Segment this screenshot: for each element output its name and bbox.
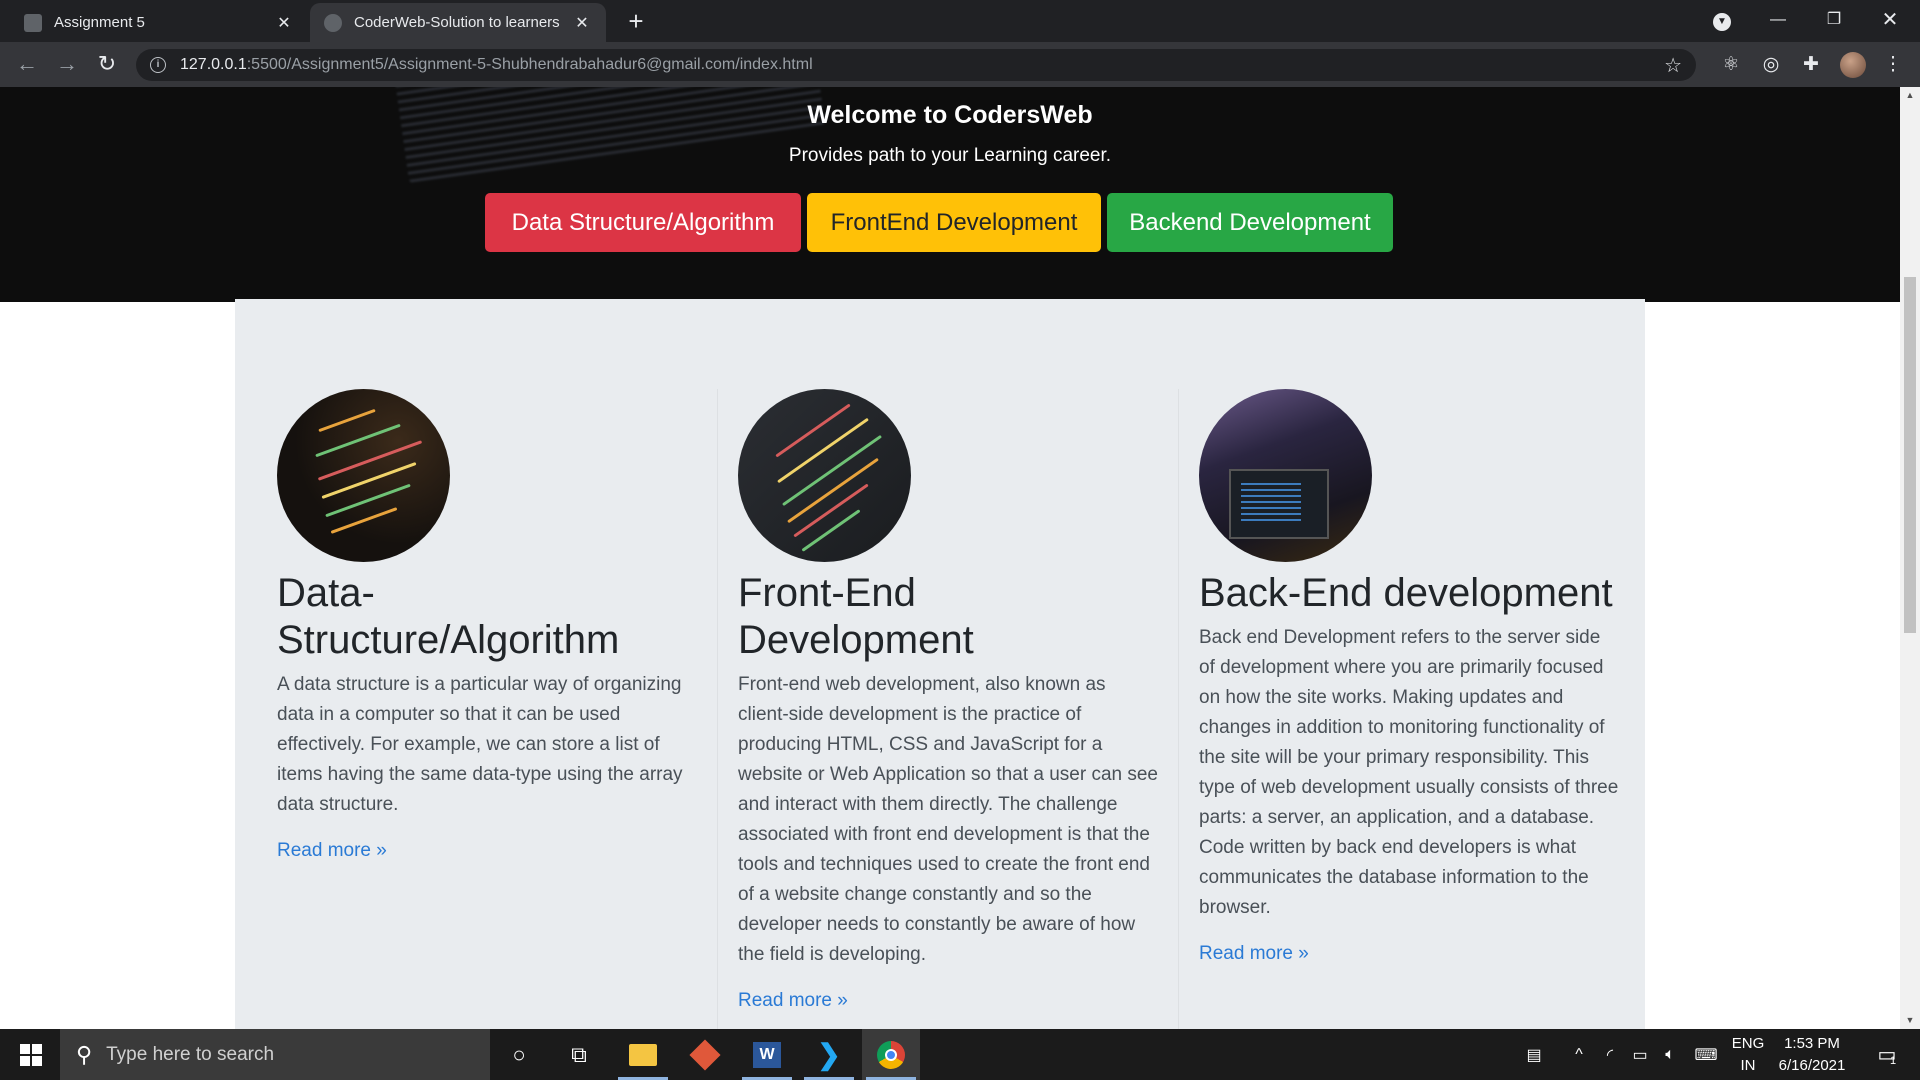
courses-jumbotron: Data-Structure/Algorithm A data structur… [235,299,1645,1029]
task-view-icon[interactable]: ⧉ [550,1029,608,1080]
read-more-link[interactable]: Read more » [738,990,1158,1012]
column-text: Front-end web development, also known as… [738,674,1159,965]
tab-title: CoderWeb-Solution to learners [354,14,560,31]
tab-search-button[interactable]: ▼ [1694,0,1750,42]
extension-target-icon[interactable]: ◎ [1758,52,1784,78]
minimize-button[interactable]: — [1750,0,1806,42]
browser-tab-strip: Assignment 5 ✕ CoderWeb-Solution to lear… [0,0,1920,42]
clock-time: 1:53 PM [1784,1035,1840,1052]
menu-kebab-icon[interactable]: ⋮ [1880,52,1906,78]
chevron-down-icon: ▼ [1713,13,1731,31]
scroll-up-icon[interactable]: ▲ [1900,87,1920,104]
column-text: Back end Development refers to the serve… [1199,627,1619,918]
close-window-button[interactable]: ✕ [1862,0,1918,42]
react-devtools-icon[interactable]: ⚛ [1718,52,1744,78]
page-icon [24,13,42,32]
vscode-icon[interactable]: ❯ [800,1029,858,1080]
frontend-button[interactable]: FrontEnd Development [807,193,1101,252]
url-path: :5500/Assignment5/Assignment-5-Shubhendr… [246,56,813,73]
tab-title: Assignment 5 [54,14,145,31]
dsa-code-image [277,389,450,562]
region-code: IN [1740,1057,1756,1074]
scrollbar-thumb[interactable] [1904,277,1916,633]
close-icon[interactable]: ✕ [274,13,294,33]
git-icon[interactable] [676,1029,734,1080]
backend-button[interactable]: Backend Development [1107,193,1393,252]
system-clock[interactable]: 1:53 PM 6/16/2021 [1772,1033,1852,1077]
action-center-icon[interactable]: ▭ 1 [1864,1029,1910,1080]
tab-assignment-5[interactable]: Assignment 5 ✕ [10,3,308,42]
code-line [318,408,376,433]
column-heading: Front-End Development [738,571,974,662]
url-host: 127.0.0.1 [180,56,247,73]
news-widget-icon[interactable]: ▤ [1514,1029,1554,1080]
battery-icon[interactable]: ▭ [1626,1029,1654,1080]
scroll-down-icon[interactable]: ▼ [1900,1012,1920,1029]
taskbar-search-box[interactable]: ⚲ Type here to search [60,1029,490,1080]
extensions-puzzle-icon[interactable]: ✚ [1798,52,1824,78]
read-more-link[interactable]: Read more » [1199,943,1619,965]
volume-icon[interactable]: 🔈︎ [1656,1029,1684,1080]
search-placeholder: Type here to search [106,1043,275,1065]
code-line [321,461,417,500]
read-more-link[interactable]: Read more » [277,840,697,862]
profile-avatar[interactable] [1840,52,1866,78]
laptop-graphic [1229,469,1329,539]
hero-title: Welcome to CodersWeb [807,101,1093,129]
page-viewport: Welcome to CodersWeb Provides path to yo… [0,87,1900,1029]
code-line [775,403,851,458]
back-button[interactable]: ← [10,48,44,82]
close-icon[interactable]: ✕ [572,13,592,33]
hero-section: Welcome to CodersWeb Provides path to yo… [0,87,1900,302]
cortana-icon[interactable]: ○ [490,1029,548,1080]
column-text: A data structure is a particular way of … [277,674,683,815]
word-icon[interactable]: W [738,1029,796,1080]
column-heading: Data-Structure/Algorithm [277,571,620,662]
code-line [801,509,861,552]
backend-laptop-image [1199,389,1372,562]
globe-icon [324,13,342,32]
info-icon[interactable]: i [150,57,166,73]
windows-taskbar: ⚲ Type here to search ○ ⧉ W ❯ ▤ ^ ◜ ▭ 🔈︎… [0,1029,1920,1080]
column-divider [717,389,718,1029]
code-line [325,483,411,518]
file-explorer-icon[interactable] [614,1029,672,1080]
keyboard-icon[interactable]: ⌨ [1688,1029,1724,1080]
column-backend: Back-End development Back end Developmen… [1199,389,1619,965]
clock-date: 6/16/2021 [1778,1057,1846,1074]
column-dsa: Data-Structure/Algorithm A data structur… [277,389,697,862]
column-frontend: Front-End Development Front-end web deve… [738,389,1158,1012]
column-heading: Back-End development [1199,571,1613,615]
new-tab-button[interactable]: + [620,6,652,38]
address-bar[interactable]: i 127.0.0.1 :5500/Assignment5/Assignment… [136,49,1696,81]
show-hidden-icons-icon[interactable]: ^ [1564,1029,1594,1080]
language-code: ENG [1731,1035,1765,1052]
code-line [317,440,423,481]
page-scrollbar[interactable]: ▲ ▼ [1900,87,1920,1029]
frontend-code-image [738,389,911,562]
input-language[interactable]: ENG IN [1728,1033,1768,1077]
windows-start-icon[interactable] [20,1044,42,1066]
tab-coderweb[interactable]: CoderWeb-Solution to learners ✕ [310,3,606,42]
restore-button[interactable]: ❐ [1806,0,1862,42]
dsa-button[interactable]: Data Structure/Algorithm [485,193,801,252]
browser-toolbar: ← → ↻ i 127.0.0.1 :5500/Assignment5/Assi… [0,42,1920,87]
chrome-icon[interactable] [862,1029,920,1080]
bookmark-star-icon[interactable]: ☆ [1664,53,1682,78]
notification-count: 1 [1890,1055,1897,1067]
search-icon: ⚲ [76,1041,93,1067]
column-divider [1178,389,1179,1029]
hero-subtitle: Provides path to your Learning career. [788,145,1112,166]
wifi-icon[interactable]: ◜ [1596,1029,1624,1080]
reload-button[interactable]: ↻ [90,48,124,82]
forward-button[interactable]: → [50,48,84,82]
